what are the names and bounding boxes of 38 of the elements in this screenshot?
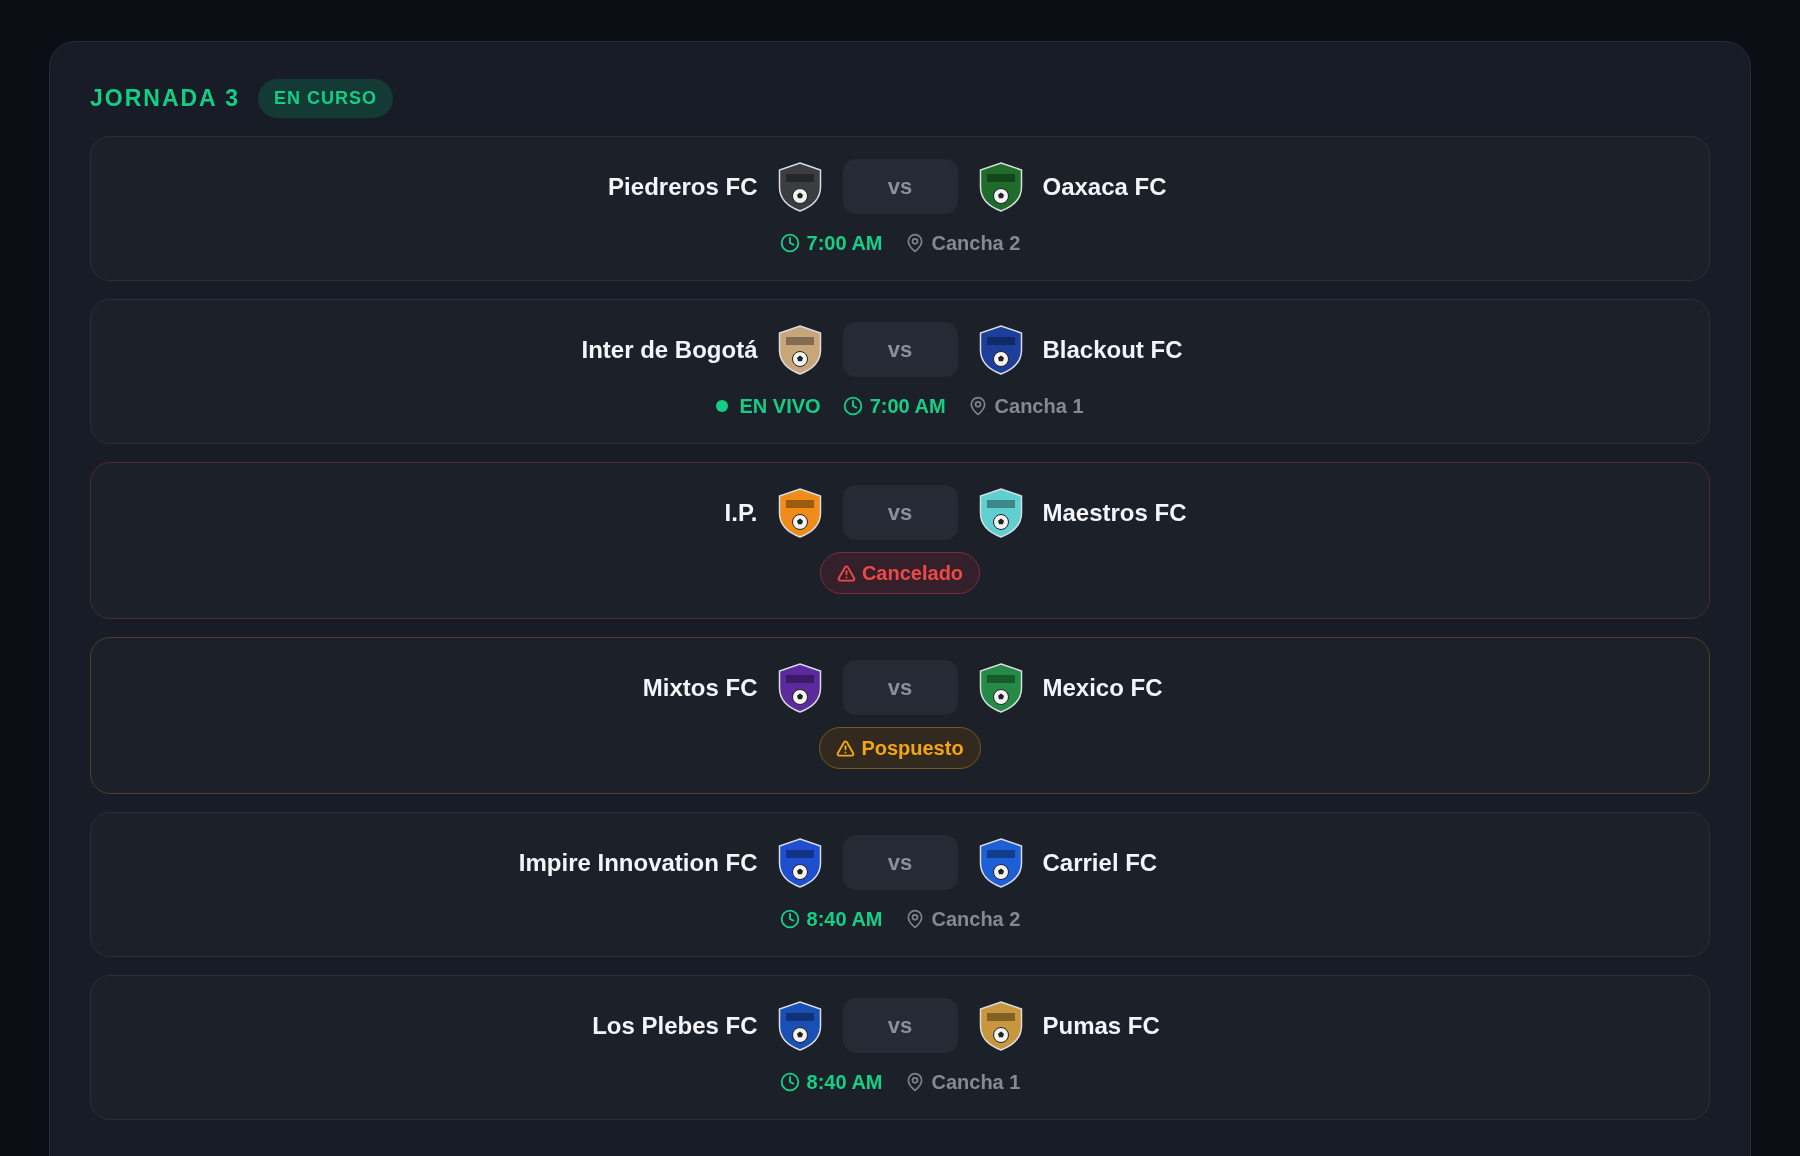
matchday-status-badge: EN CURSO — [258, 78, 394, 118]
team-name: Inter de Bogotá — [581, 335, 758, 364]
venue-name: Cancha 2 — [931, 231, 1021, 255]
kickoff-time: 7:00 AM — [806, 231, 883, 255]
venue-name: Cancha 1 — [931, 1070, 1021, 1094]
team-name: Mexico FC — [1042, 673, 1163, 702]
team-name: Carriel FC — [1042, 848, 1158, 877]
clock-icon — [779, 909, 800, 929]
kickoff-time: 8:40 AM — [806, 907, 883, 931]
clock-icon — [779, 233, 800, 253]
team-name: Piedreros FC — [608, 172, 758, 201]
live-label: EN VIVO — [739, 394, 821, 418]
team-name: I.P. — [724, 498, 758, 527]
versus-label: vs — [842, 159, 958, 214]
team-name: Oaxaca FC — [1042, 172, 1167, 201]
match-status-text: Pospuesto — [861, 736, 964, 760]
kickoff-time: 7:00 AM — [869, 394, 946, 418]
versus-label: vs — [842, 322, 958, 377]
team-name: Impire Innovation FC — [518, 848, 758, 877]
team-name: Blackout FC — [1042, 335, 1183, 364]
team-name: Pumas FC — [1042, 1011, 1160, 1040]
versus-label: vs — [842, 998, 958, 1053]
versus-label: vs — [842, 660, 958, 715]
versus-label: vs — [842, 835, 958, 890]
clock-icon — [779, 1072, 800, 1092]
live-dot-icon — [716, 400, 729, 412]
venue-name: Cancha 2 — [931, 907, 1021, 931]
clock-icon — [842, 396, 863, 416]
team-name: Mixtos FC — [642, 673, 758, 702]
warning-icon — [836, 738, 856, 758]
warning-icon — [836, 563, 856, 583]
match-status-text: Cancelado — [861, 561, 964, 585]
versus-label: vs — [842, 485, 958, 540]
matchday-title: JORNADA 3 — [90, 84, 241, 112]
venue-name: Cancha 1 — [994, 394, 1084, 418]
kickoff-time: 8:40 AM — [806, 1070, 883, 1094]
team-name: Maestros FC — [1042, 498, 1187, 527]
team-name: Los Plebes FC — [592, 1011, 758, 1040]
